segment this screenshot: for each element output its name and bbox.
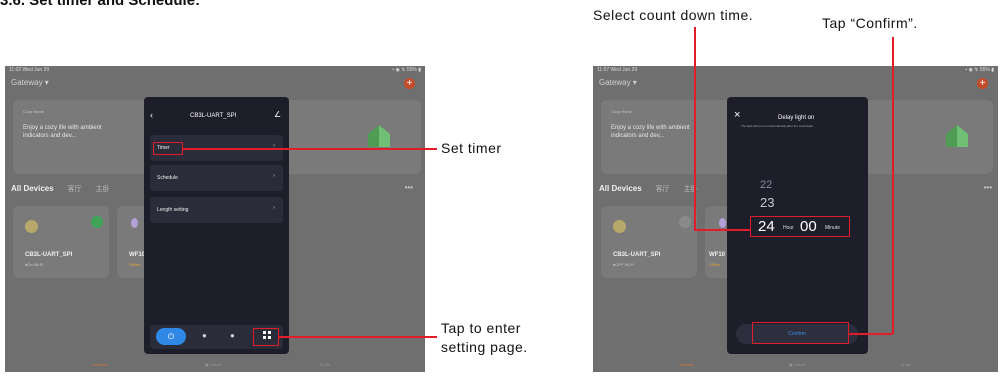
home-card-title: Cozy Home (611, 109, 632, 114)
nav-me[interactable]: ◎ Me (901, 362, 911, 367)
color-palette-icon[interactable]: ● (230, 331, 235, 340)
device-settings-panel: ‹ CB3L-UART_SPI ∠ Timer › Schedule › Len… (144, 97, 289, 354)
caption-tap-enter-2: setting page. (441, 339, 528, 355)
house-icon (946, 125, 968, 147)
dialog-subtitle: The light will turn on automatically aft… (741, 124, 815, 128)
bulb-icon (719, 218, 726, 228)
picker-hour-option[interactable]: 22 (760, 179, 772, 191)
home-card-title: Cozy Home (23, 109, 44, 114)
caption-set-timer: Set timer (441, 140, 502, 156)
me-icon: ◎ (320, 362, 324, 367)
device-status: ●On Wi-Fi (25, 262, 44, 267)
section-heading: 3.6. Set timer and Schedule: (0, 0, 201, 9)
bulb-icon (25, 220, 38, 233)
panel-title: CB3L-UART_SPI (190, 113, 237, 119)
leader-line-confirm-horizontal (848, 333, 893, 335)
bulb-icon (613, 220, 626, 233)
device-card[interactable]: CB3L-UART_SPI ●On Wi-Fi (13, 206, 109, 278)
tab-living-room[interactable]: 客厅 (656, 186, 670, 193)
tab-master-bedroom[interactable]: 主卧 (96, 186, 110, 193)
white-light-icon[interactable]: ● (202, 331, 207, 340)
nav-scene[interactable]: ▣ Scene (789, 362, 805, 367)
scene-icon: ▣ (789, 362, 793, 367)
home-card-text: Enjoy a cozy life with ambient indicator… (23, 125, 102, 139)
device-name: CB3L-UART_SPI (613, 252, 661, 258)
power-status-icon[interactable] (679, 216, 691, 228)
dialog-title: Delay light on (778, 115, 815, 121)
caption-tap-confirm: Tap “Confirm”. (822, 15, 918, 31)
power-status-icon[interactable] (91, 216, 103, 228)
chevron-right-icon: › (273, 205, 275, 211)
tab-master-bedroom[interactable]: 主卧 (684, 186, 698, 193)
menu-item-label: Schedule (157, 175, 178, 181)
device-tabs: All Devices 客厅 主卧 (599, 184, 698, 194)
device-status: ●OFF Wi-Fi (613, 262, 634, 267)
house-icon (368, 125, 390, 147)
bulb-icon (131, 218, 138, 228)
nav-scene[interactable]: ▣ Scene (205, 362, 221, 367)
nav-home[interactable]: ● Home (679, 362, 693, 367)
add-device-button[interactable]: + (977, 78, 988, 89)
status-time: 11:02 Wed Jun 29 (9, 67, 50, 73)
highlight-confirm-button (752, 322, 849, 344)
caption-tap-enter-1: Tap to enter (441, 320, 521, 336)
caption-select-count: Select count down time. (593, 7, 754, 23)
device-name: CB3L-UART_SPI (25, 252, 73, 258)
nav-home[interactable]: ● Home (93, 362, 107, 367)
device-status: Offline (129, 262, 141, 267)
left-tablet-screen: 11:02 Wed Jun 29 • ◉ ↯ 55% ▮ Gateway ▾ +… (5, 66, 425, 372)
scene-icon: ▣ (205, 362, 209, 367)
gateway-selector[interactable]: Gateway ▾ (11, 78, 49, 87)
more-icon[interactable]: ••• (984, 183, 992, 192)
leader-line-settings (279, 336, 437, 338)
menu-item-label: Length setting (157, 207, 189, 213)
nav-me[interactable]: ◎ Me (320, 362, 330, 367)
picker-hour-option[interactable]: 23 (760, 195, 774, 210)
power-icon[interactable]: ⏻ (156, 328, 186, 345)
device-card[interactable]: CB3L-UART_SPI ●OFF Wi-Fi (601, 206, 697, 278)
device-name: WF10 (129, 252, 146, 258)
highlight-countdown-picker (750, 216, 850, 237)
tab-all-devices[interactable]: All Devices (599, 184, 642, 193)
menu-item-length-setting[interactable]: Length setting › (150, 197, 283, 223)
chevron-right-icon: › (273, 173, 275, 179)
home-icon: ● (679, 362, 682, 367)
highlight-timer (153, 142, 183, 155)
back-icon[interactable]: ‹ (150, 110, 153, 120)
tab-living-room[interactable]: 客厅 (68, 186, 82, 193)
home-icon: ● (93, 362, 96, 367)
leader-line-count-vertical (694, 27, 696, 230)
status-time: 11:07 Wed Jun 29 (597, 67, 638, 73)
add-device-button[interactable]: + (404, 78, 415, 89)
tab-all-devices[interactable]: All Devices (11, 184, 54, 193)
device-status: Offline (709, 262, 721, 267)
me-icon: ◎ (901, 362, 905, 367)
highlight-settings-button (253, 328, 279, 346)
leader-line-set-timer (183, 148, 437, 150)
gateway-selector[interactable]: Gateway ▾ (599, 78, 637, 87)
leader-line-confirm-vertical (892, 37, 894, 334)
status-icons: • ◉ ↯ 55% ▮ (392, 67, 421, 73)
leader-line-count-horizontal (694, 229, 750, 231)
home-card-text: Enjoy a cozy life with ambient indicator… (611, 125, 690, 139)
device-tabs: All Devices 客厅 主卧 (11, 184, 110, 194)
close-icon[interactable]: × (734, 109, 740, 121)
status-icons: • ◉ ↯ 55% ▮ (965, 67, 994, 73)
device-name: WF10 (709, 252, 726, 258)
more-icon[interactable]: ••• (405, 183, 413, 192)
menu-item-schedule[interactable]: Schedule › (150, 165, 283, 191)
edit-icon[interactable]: ∠ (274, 110, 281, 119)
